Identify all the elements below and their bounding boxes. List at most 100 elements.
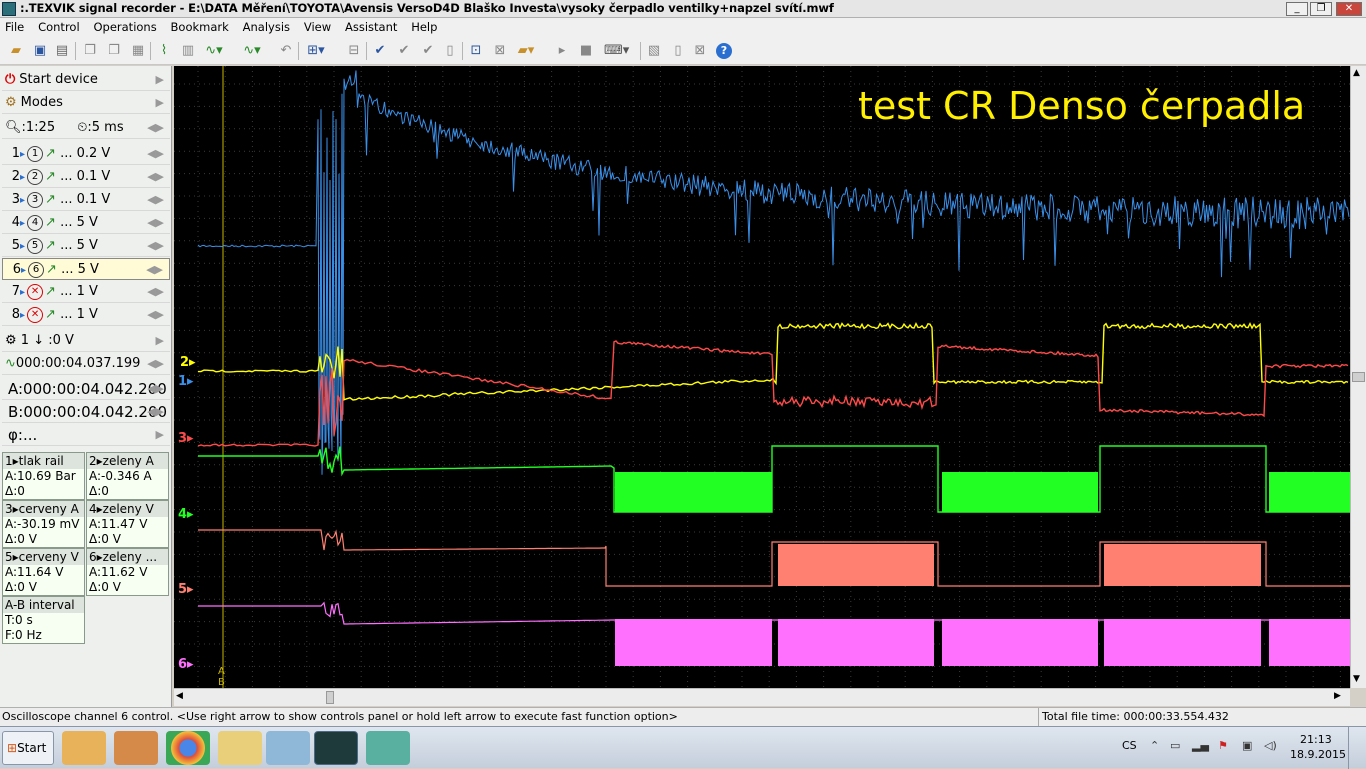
channel-state-icon[interactable]: 6 [28,261,45,278]
menu-operations[interactable]: Operations [88,18,161,34]
cut-icon[interactable]: ▦ [128,41,148,61]
tray-window-icon[interactable]: ▭ [1170,739,1180,752]
channel-coupling-icon[interactable]: ↗ [45,307,56,322]
scroll-left-icon[interactable]: ◀ [176,691,183,701]
keyboard-dropdown-icon[interactable]: ⌨▾ [604,41,629,61]
channel-row-6[interactable]: 6▸ 6 ↗ ... 5 V ◀▶ [2,258,170,280]
show-desktop-button[interactable] [1348,727,1366,769]
channel-state-icon[interactable]: 1 [27,145,44,162]
measurement-box-3[interactable]: 3▸cerveny A A:-30.19 mV Δ:0 V [2,500,85,548]
close-button[interactable]: ✕ [1336,2,1362,16]
step-icon[interactable]: ▸ [552,41,572,61]
vertical-scroll-thumb[interactable] [1352,372,1365,382]
select-icon[interactable]: ⊠ [490,41,510,61]
channel-adjust-icon[interactable]: ◀▶ [147,235,164,257]
clock-date[interactable]: 18.9.2015 [1290,748,1346,761]
print-icon[interactable]: ▤ [52,41,72,61]
channel-state-icon[interactable]: 3 [27,191,44,208]
measurement-box-1[interactable]: 1▸tlak rail A:10.69 Bar Δ:0 [2,452,85,500]
channel-state-icon[interactable]: 5 [27,237,44,254]
channel-row-2[interactable]: 2▸ 2 ↗ ... 0.1 V ◀▶ [2,166,170,188]
minimize-button[interactable]: _ [1286,2,1308,16]
scope-plot[interactable]: 2▸ 1▸ 3▸ 4▸ 5▸ 6▸ AB [174,66,1350,688]
scroll-down-icon[interactable]: ▼ [1353,674,1360,684]
channel-adjust-icon[interactable]: ◀▶ [147,212,164,234]
channel-row-7[interactable]: 7▸ ✕ ↗ ... 1 V ◀▶ [2,281,170,303]
paste-icon[interactable]: ❐ [104,41,124,61]
modes-button[interactable]: ⚙ Modes ▶ [2,91,170,114]
channel-row-3[interactable]: 3▸ 3 ↗ ... 0.1 V ◀▶ [2,189,170,211]
channel-state-icon[interactable]: ✕ [27,306,44,323]
channel-coupling-icon[interactable]: ↗ [45,215,56,230]
menu-bookmark[interactable]: Bookmark [166,18,234,34]
trigger-row[interactable]: ⚙ 1 ↓ :0 V ▶ [2,330,170,352]
measurement-box-5[interactable]: 5▸cerveny V A:11.64 V Δ:0 V [2,548,85,596]
measure-icon[interactable]: ▥ [178,41,198,61]
delete-icon[interactable]: ⊠ [690,41,710,61]
menu-assistant[interactable]: Assistant [340,18,402,34]
language-indicator[interactable]: CS [1122,739,1137,752]
channel-coupling-icon[interactable]: ↗ [45,192,56,207]
maximize-button[interactable]: ❐ [1310,2,1332,16]
network-app-icon[interactable] [266,731,310,765]
vertical-scrollbar[interactable]: ▲ ▼ [1350,66,1366,688]
check3-icon[interactable]: ✔ [418,41,438,61]
tray-device-icon[interactable]: ▣ [1242,739,1252,752]
channel-row-5[interactable]: 5▸ 5 ↗ ... 5 V ◀▶ [2,235,170,257]
channel-row-8[interactable]: 8▸ ✕ ↗ ... 1 V ◀▶ [2,304,170,326]
horizontal-scroll-thumb[interactable] [326,691,334,704]
menu-view[interactable]: View [299,18,336,34]
measurement-box-6[interactable]: 6▸zeleny ... A:11.62 V Δ:0 V [86,548,169,596]
channel-adjust-icon[interactable]: ◀▶ [147,143,164,165]
folder-dropdown-icon[interactable]: ▰▾ [516,41,536,61]
cursor-b-row[interactable]: B:000:00:04.042.200 ◀▶ [2,401,170,423]
zoom-timebase-row[interactable]: 🔍︎:1:25 ⏲:5 ms ◀▶ [2,117,170,139]
channel-state-icon[interactable]: ✕ [27,283,44,300]
waveform2-dropdown-icon[interactable]: ∿▾ [242,41,262,61]
app-icon[interactable] [114,731,158,765]
scroll-right-icon[interactable]: ▶ [1334,691,1341,701]
channel-coupling-icon[interactable]: ↗ [45,284,56,299]
tray-expand-icon[interactable]: ⌃ [1150,739,1159,752]
menu-analysis[interactable]: Analysis [238,18,295,34]
channel-coupling-icon[interactable]: ↗ [45,146,56,161]
signal-icon[interactable]: ⌇ [154,41,174,61]
channel-adjust-icon[interactable]: ◀▶ [147,304,164,326]
time-row[interactable]: ∿000:00:04.037.199 ◀▶ [2,353,170,375]
menu-file[interactable]: File [0,18,29,34]
tray-flag-icon[interactable]: ⚑ [1218,739,1228,752]
doc-icon[interactable]: ▯ [440,41,460,61]
channel-coupling-icon[interactable]: ↗ [46,262,57,277]
undo-icon[interactable]: ↶ [276,41,296,61]
check2-icon[interactable]: ✔ [394,41,414,61]
check-icon[interactable]: ✔ [370,41,390,61]
oscilloscope-display[interactable]: 2▸ 1▸ 3▸ 4▸ 5▸ 6▸ A B test CR Denso čerpadla [174,66,1350,688]
menu-help[interactable]: Help [406,18,442,34]
start-device-button[interactable]: ⏻ Start device ▶ [2,68,170,91]
chart-icon[interactable]: ▧ [644,41,664,61]
media-player-icon[interactable] [62,731,106,765]
help-icon[interactable]: ? [716,43,732,59]
clock-time[interactable]: 21:13 [1300,733,1332,746]
phase-row[interactable]: φ:... ▶ [2,424,170,446]
stop-icon[interactable]: ■ [576,41,596,61]
cursor-a-row[interactable]: A:000:00:04.042.200 ◀▶ [2,378,170,400]
scroll-up-icon[interactable]: ▲ [1353,68,1360,78]
channel-adjust-icon[interactable]: ◀▶ [147,166,164,188]
horizontal-scrollbar[interactable]: ◀ ▶ [174,688,1350,706]
zoom-dropdown-icon[interactable]: ⊞▾ [306,41,326,61]
save-icon[interactable]: ▣ [30,41,50,61]
open-icon[interactable]: ▰ [6,41,26,61]
measurement-box-4[interactable]: 4▸zeleny V A:11.47 V Δ:0 V [86,500,169,548]
channel-adjust-icon[interactable]: ◀▶ [146,259,163,281]
menu-control[interactable]: Control [33,18,85,34]
measurement-box-2[interactable]: 2▸zeleny A A:-0.346 A Δ:0 [86,452,169,500]
channel-row-1[interactable]: 1▸ 1 ↗ ... 0.2 V ◀▶ [2,143,170,165]
chrome-icon[interactable] [166,731,210,765]
texvik-taskbar-icon[interactable] [314,731,358,765]
channel-adjust-icon[interactable]: ◀▶ [147,281,164,303]
copy-icon[interactable]: ❐ [80,41,100,61]
tray-signal-icon[interactable]: ▂▄ [1192,739,1209,752]
window-app-icon[interactable] [366,731,410,765]
channel-row-4[interactable]: 4▸ 4 ↗ ... 5 V ◀▶ [2,212,170,234]
